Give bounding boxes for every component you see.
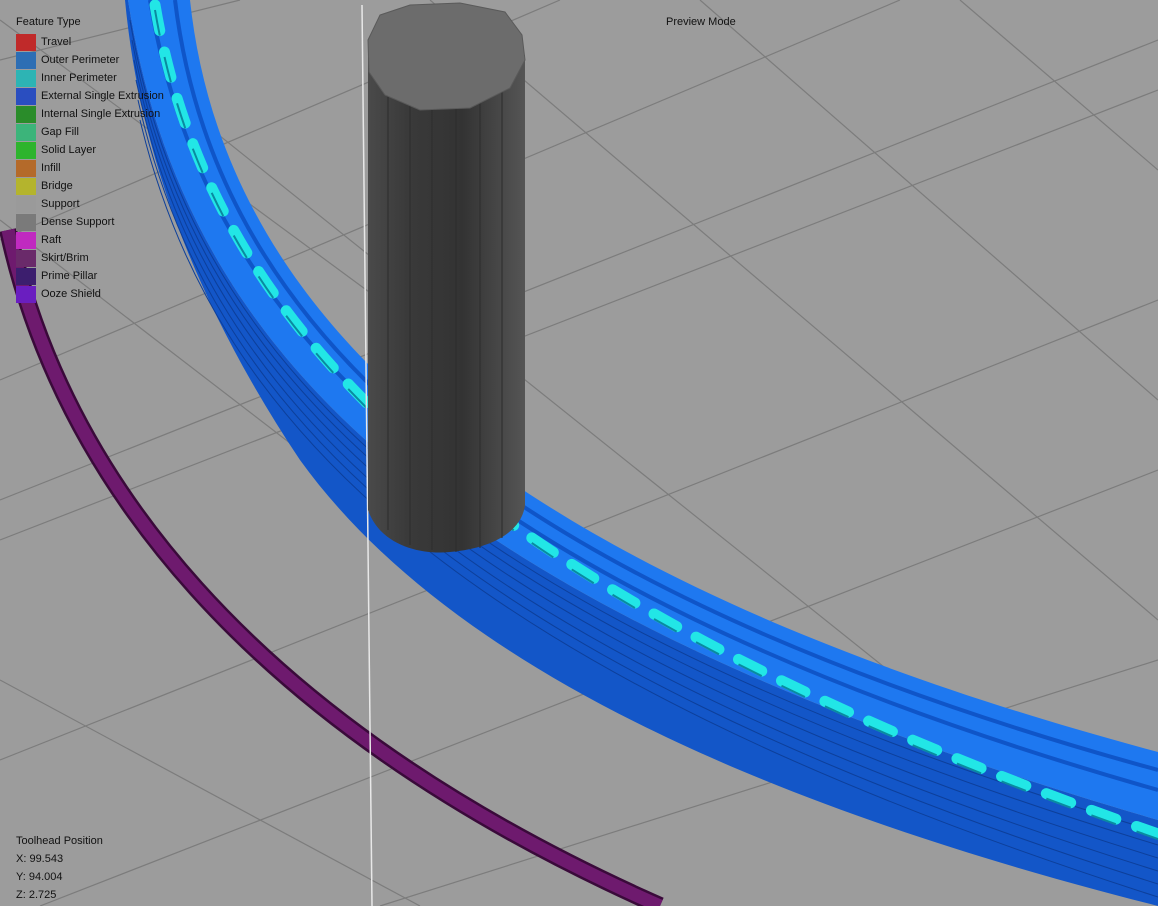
legend-item: Solid Layer bbox=[16, 141, 164, 159]
legend-swatch bbox=[16, 69, 36, 87]
legend-item: Gap Fill bbox=[16, 123, 164, 141]
legend-item: External Single Extrusion bbox=[16, 87, 164, 105]
legend-swatch bbox=[16, 33, 36, 51]
legend-label: Solid Layer bbox=[41, 144, 97, 156]
legend-label: Outer Perimeter bbox=[41, 54, 120, 66]
legend-swatch bbox=[16, 51, 36, 69]
legend-item: Dense Support bbox=[16, 213, 164, 231]
legend-swatch bbox=[16, 123, 36, 141]
preview-mode-label: Preview Mode bbox=[666, 16, 736, 28]
legend-item: Internal Single Extrusion bbox=[16, 105, 164, 123]
legend-item: Support bbox=[16, 195, 164, 213]
legend-label: Skirt/Brim bbox=[41, 252, 89, 264]
legend-label: Prime Pillar bbox=[41, 270, 98, 282]
legend-item: Infill bbox=[16, 159, 164, 177]
legend-label: Gap Fill bbox=[41, 126, 79, 138]
legend-label: Ooze Shield bbox=[41, 288, 101, 300]
legend-swatch bbox=[16, 213, 36, 231]
legend-item: Raft bbox=[16, 231, 164, 249]
legend-label: External Single Extrusion bbox=[41, 90, 164, 102]
legend-swatch bbox=[16, 249, 36, 267]
legend-label: Raft bbox=[41, 234, 62, 246]
legend-label: Internal Single Extrusion bbox=[41, 108, 161, 120]
legend-label: Travel bbox=[41, 36, 72, 48]
legend-swatch bbox=[16, 177, 36, 195]
legend-item: Travel bbox=[16, 33, 164, 51]
toolhead-model bbox=[367, 2, 526, 553]
toolhead-z: Z: 2.725 bbox=[16, 889, 57, 901]
legend-label: Inner Perimeter bbox=[41, 72, 117, 84]
legend-swatch bbox=[16, 141, 36, 159]
legend-swatch bbox=[16, 231, 36, 249]
toolhead-y: Y: 94.004 bbox=[16, 871, 63, 883]
legend-item: Inner Perimeter bbox=[16, 69, 164, 87]
3d-preview-viewport[interactable]: Feature Type Travel Outer Perimeter Inner … bbox=[0, 0, 1158, 906]
legend-item: Prime Pillar bbox=[16, 267, 164, 285]
legend-item: Skirt/Brim bbox=[16, 249, 164, 267]
legend-swatch bbox=[16, 105, 36, 123]
legend-item: Ooze Shield bbox=[16, 285, 164, 303]
legend-swatch bbox=[16, 285, 36, 303]
feature-type-legend: Feature Type Travel Outer Perimeter Inner … bbox=[16, 15, 164, 303]
legend-swatch bbox=[16, 195, 36, 213]
toolhead-x: X: 99.543 bbox=[16, 853, 64, 865]
legend-item: Outer Perimeter bbox=[16, 51, 164, 69]
preview-scene[interactable] bbox=[0, 0, 1158, 906]
toolhead-position-title: Toolhead Position bbox=[16, 835, 103, 847]
legend-swatch bbox=[16, 87, 36, 105]
legend-label: Infill bbox=[41, 162, 61, 174]
toolhead-position-panel: Toolhead Position X: 99.543 Y: 94.004 Z:… bbox=[16, 832, 103, 904]
legend-swatch bbox=[16, 159, 36, 177]
legend-label: Dense Support bbox=[41, 216, 115, 228]
legend-swatch bbox=[16, 267, 36, 285]
legend-label: Bridge bbox=[41, 180, 73, 192]
legend-label: Support bbox=[41, 198, 80, 210]
legend-item: Bridge bbox=[16, 177, 164, 195]
legend-title: Feature Type bbox=[16, 16, 81, 28]
